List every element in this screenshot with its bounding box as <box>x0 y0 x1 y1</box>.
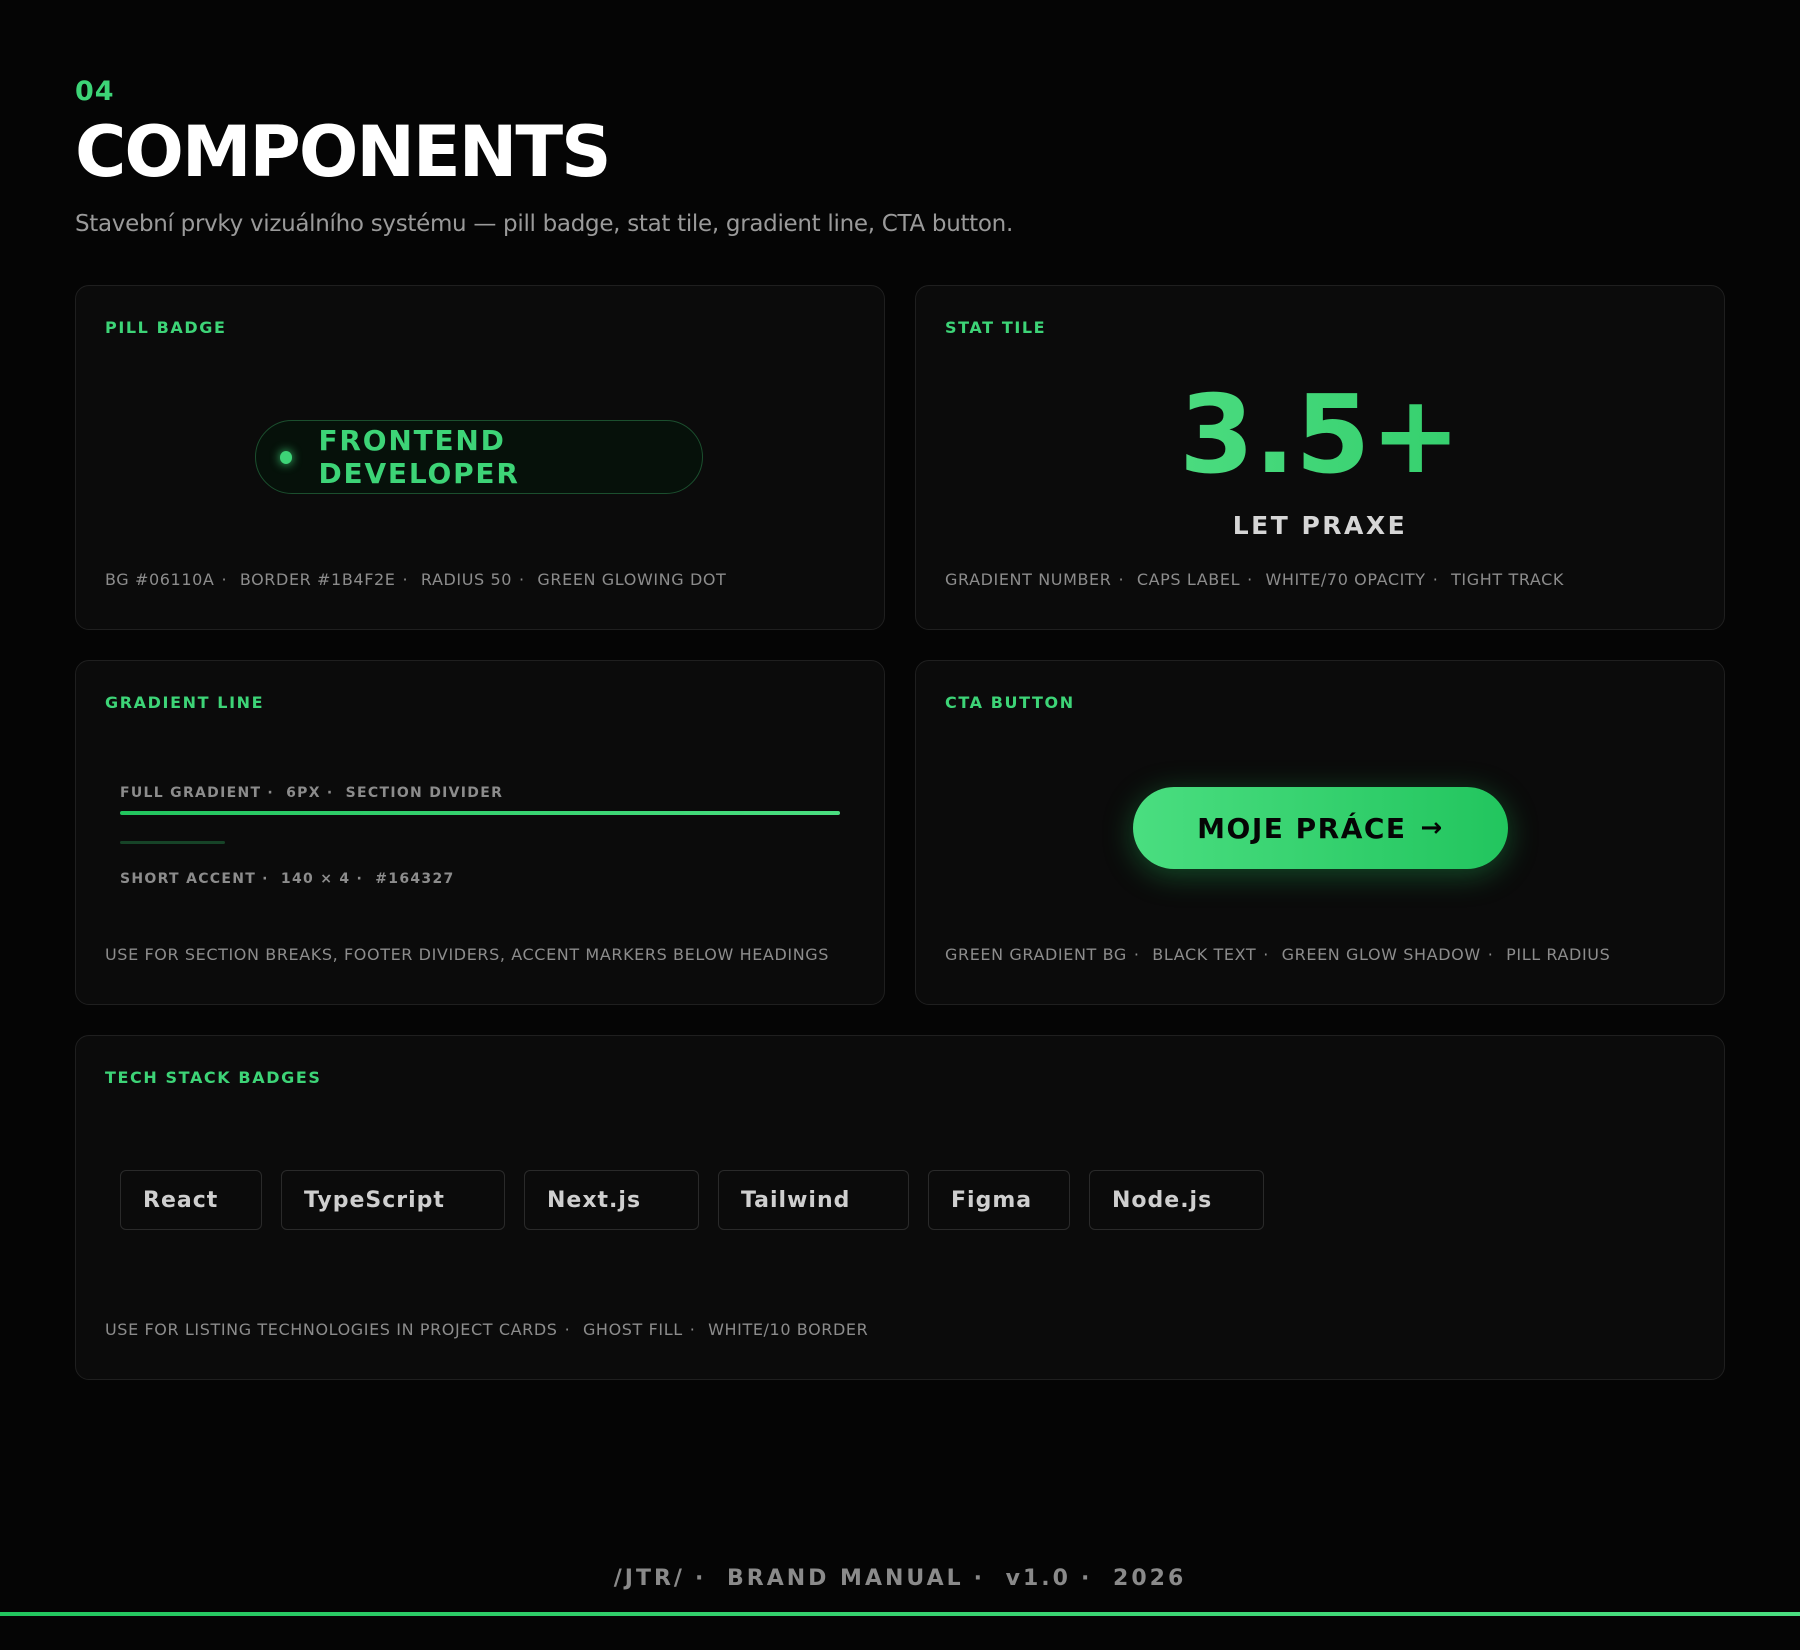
gradient-line-usage: USE FOR SECTION BREAKS, FOOTER DIVIDERS,… <box>105 945 830 964</box>
tech-badge-typescript: TypeScript <box>281 1170 505 1230</box>
spec-item: USE FOR LISTING TECHNOLOGIES IN PROJECT … <box>105 1320 558 1339</box>
tech-badge-react: React <box>120 1170 262 1230</box>
card-label: STAT TILE <box>945 318 1047 337</box>
spec-item: BORDER #1B4F2E <box>239 570 396 589</box>
spec-item: GREEN GRADIENT BG <box>945 945 1127 964</box>
card-label: PILL BADGE <box>105 318 227 337</box>
card-label: TECH STACK BADGES <box>105 1068 322 1087</box>
stat-tile-card: STAT TILE 3.5+ LET PRAXE GRADIENT NUMBER… <box>915 285 1725 630</box>
pill-badge-specs: BG #06110A · BORDER #1B4F2E · RADIUS 50 · G… <box>105 570 727 589</box>
tech-stack-card: TECH STACK BADGES React TypeScript Next.… <box>75 1035 1725 1380</box>
footer-year: 2026 <box>1113 1566 1187 1591</box>
short-accent-line <box>120 841 225 844</box>
cta-button-specs: GREEN GRADIENT BG · BLACK TEXT · GREEN GLO… <box>945 945 1611 964</box>
moje-prace-button[interactable]: MOJE PRÁCE → <box>1133 787 1508 869</box>
arrow-right-icon: → <box>1420 813 1444 843</box>
short-accent-specs: SHORT ACCENT · 140 × 4 · #164327 <box>120 871 455 887</box>
tech-badge-tailwind: Tailwind <box>718 1170 909 1230</box>
page-title: COMPONENTS <box>75 111 611 193</box>
spec-item: BLACK TEXT <box>1152 945 1257 964</box>
spec-item: SHORT ACCENT <box>120 871 257 887</box>
spec-item: SECTION DIVIDER <box>345 785 504 801</box>
pill-badge-card: PILL BADGE FRONTEND DEVELOPER BG #06110A… <box>75 285 885 630</box>
spec-item: GHOST FILL <box>582 1320 683 1339</box>
spec-item: #164327 <box>375 871 455 887</box>
spec-item: WHITE/70 OPACITY <box>1265 570 1426 589</box>
card-label: GRADIENT LINE <box>105 693 265 712</box>
tech-badge-nextjs: Next.js <box>524 1170 699 1230</box>
spec-item: PILL RADIUS <box>1506 945 1611 964</box>
spec-item: GRADIENT NUMBER <box>945 570 1112 589</box>
tech-badge-figma: Figma <box>928 1170 1070 1230</box>
stat-tile-specs: GRADIENT NUMBER · CAPS LABEL · WHITE/70 OP… <box>945 570 1565 589</box>
spec-item: WHITE/10 BORDER <box>708 1320 869 1339</box>
spec-item: GREEN GLOWING DOT <box>537 570 727 589</box>
full-gradient-line <box>120 811 840 815</box>
card-label: CTA BUTTON <box>945 693 1075 712</box>
spec-item: BG #06110A <box>105 570 215 589</box>
spec-item: CAPS LABEL <box>1136 570 1241 589</box>
cta-label: MOJE PRÁCE <box>1197 811 1407 845</box>
stat-caption: LET PRAXE <box>1232 511 1408 540</box>
spec-item: RADIUS 50 <box>420 570 513 589</box>
page-subtitle: Stavební prvky vizuálního systému — pill… <box>75 211 1013 237</box>
stat-number: 3.5+ <box>916 382 1724 490</box>
badge-text: FRONTEND DEVELOPER <box>318 424 520 490</box>
full-gradient-specs: FULL GRADIENT · 6PX · SECTION DIVIDER <box>120 785 504 801</box>
spec-item: 140 × 4 <box>280 871 351 887</box>
page-header: 04 COMPONENTS Stavební prvky vizuálního … <box>75 76 1013 237</box>
tech-badge-row: React TypeScript Next.js Tailwind Figma … <box>120 1170 1283 1230</box>
spec-item: 6PX <box>286 785 321 801</box>
spec-item: GREEN GLOW SHADOW <box>1281 945 1481 964</box>
tech-stack-specs: USE FOR LISTING TECHNOLOGIES IN PROJECT … <box>105 1320 869 1339</box>
gradient-line-card: GRADIENT LINE FULL GRADIENT · 6PX · SECTIO… <box>75 660 885 1005</box>
section-number: 04 <box>75 76 115 107</box>
tech-badge-nodejs: Node.js <box>1089 1170 1264 1230</box>
footer-gradient-line <box>0 1612 1800 1616</box>
spec-item: FULL GRADIENT <box>120 785 262 801</box>
footer-logo: /JTR/ <box>613 1566 685 1591</box>
footer: /JTR/· BRAND MANUAL · v1.0 · 2026 <box>613 1566 1187 1591</box>
spec-item: TIGHT TRACK <box>1451 570 1565 589</box>
green-dot-icon <box>280 450 293 464</box>
cta-button-card: CTA BUTTON MOJE PRÁCE → GREEN GRADIENT B… <box>915 660 1725 1005</box>
frontend-developer-badge: FRONTEND DEVELOPER <box>255 420 703 494</box>
footer-version: v1.0 <box>1005 1566 1071 1591</box>
footer-manual: BRAND MANUAL <box>726 1566 964 1591</box>
